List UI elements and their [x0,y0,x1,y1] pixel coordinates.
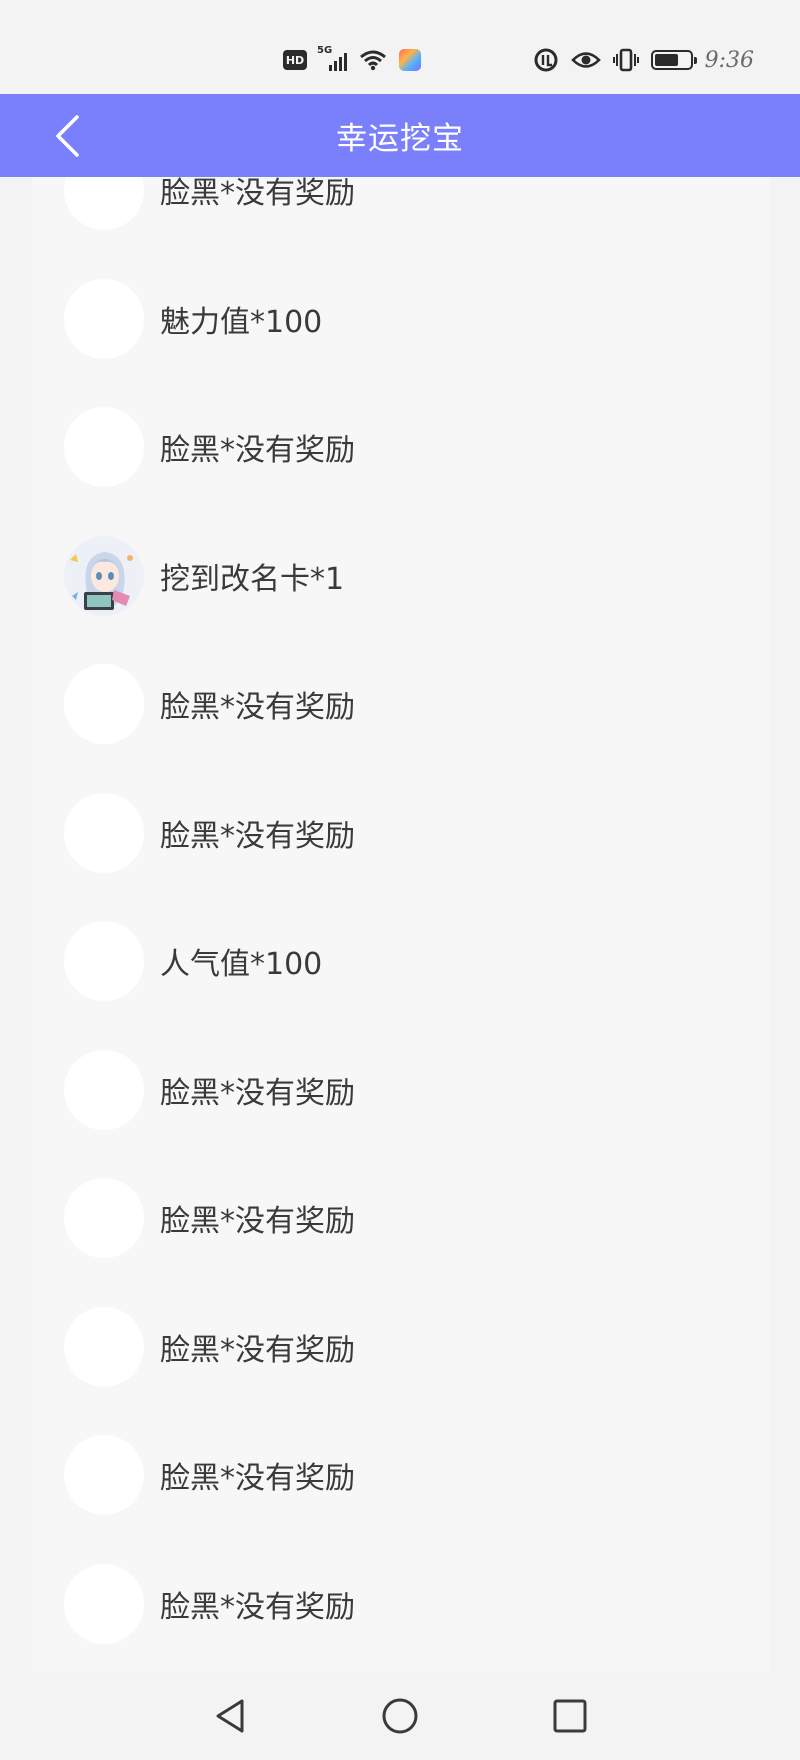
list-item: 脸黑*没有奖励 [32,640,770,769]
signal-5g-icon: 5G [317,45,347,71]
record-text: 脸黑*没有奖励 [160,433,355,469]
list-item: 脸黑*没有奖励 [32,1026,770,1155]
record-text: 脸黑*没有奖励 [160,818,355,854]
hd-icon: HD [283,50,307,70]
record-text: 脸黑*没有奖励 [160,1589,355,1625]
list-item: 脸黑*没有奖励 [32,769,770,898]
avatar [64,1563,144,1644]
back-button[interactable] [40,108,96,164]
list-item: 脸黑*没有奖励 [32,1540,770,1669]
nav-home-button[interactable] [376,1692,424,1740]
avatar [64,1306,144,1387]
battery-icon [650,50,697,70]
status-right-icons: 9:36 [533,42,754,78]
avatar [64,278,144,359]
anime-girl-avatar-image [64,535,144,616]
list-item: 脸黑*没有奖励 [32,1283,770,1412]
dig-records-list[interactable]: 脸黑*没有奖励 魅力值*100 脸黑*没有奖励 挖到改名卡*1 脸黑*没有奖励 … [32,177,770,1672]
record-text: 脸黑*没有奖励 [160,1075,355,1111]
avatar [64,177,144,231]
chevron-left-icon [56,115,79,157]
avatar [64,1049,144,1130]
nav-recents-button[interactable] [546,1692,594,1740]
avatar [64,1435,144,1516]
eye-comfort-icon [570,52,601,68]
avatar [64,407,144,488]
status-bar: HD 5G 9:36 [0,0,800,94]
record-text: 脸黑*没有奖励 [160,1204,355,1240]
list-item: 人气值*100 [32,897,770,1026]
avatar [64,664,144,745]
list-item: 挖到改名卡*1 [32,512,770,641]
record-text: 脸黑*没有奖励 [160,1332,355,1368]
record-text: 人气值*100 [160,947,323,983]
list-item: 脸黑*没有奖励 [32,383,770,512]
record-text: 挖到改名卡*1 [160,561,345,597]
list-item: 魅力值*100 [32,255,770,384]
data-saver-icon [534,48,558,72]
home-circle-icon [382,1698,418,1734]
back-triangle-icon [216,1699,244,1733]
system-nav-bar [0,1672,800,1760]
avatar [64,792,144,873]
app-notification-icon [399,49,421,71]
avatar [64,1178,144,1259]
nav-back-button[interactable] [206,1692,254,1740]
vibrate-icon [612,48,639,72]
status-left-icons: HD 5G [283,42,421,78]
wifi-icon [360,50,386,71]
list-item: 脸黑*没有奖励 [32,177,770,255]
status-time: 9:36 [704,47,754,73]
list-item: 脸黑*没有奖励 [32,1154,770,1283]
record-text: 脸黑*没有奖励 [160,177,355,212]
record-text: 魅力值*100 [160,304,323,340]
avatar [64,921,144,1002]
record-text: 脸黑*没有奖励 [160,690,355,726]
record-text: 脸黑*没有奖励 [160,1461,355,1497]
avatar-anime-girl [64,535,144,616]
page-title: 幸运挖宝 [336,121,464,157]
list-item: 脸黑*没有奖励 [32,1411,770,1540]
recents-square-icon [553,1699,587,1733]
app-bar: 幸运挖宝 [0,94,800,177]
